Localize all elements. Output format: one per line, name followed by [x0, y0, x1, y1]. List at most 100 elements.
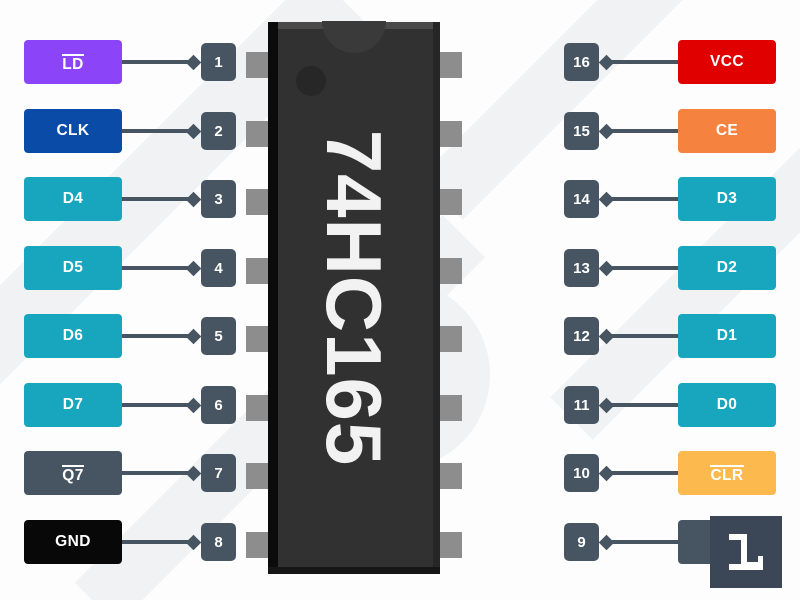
signal-label: Q7	[62, 464, 84, 484]
pin-number[interactable]: 9	[564, 523, 599, 561]
pin-one-marker-dot	[296, 66, 326, 96]
pin-row: LD 1	[24, 40, 236, 84]
connector-diamond	[598, 260, 615, 276]
connector-diamond	[185, 191, 202, 207]
pin-connector	[122, 383, 202, 427]
pin-row: D1 12	[564, 314, 776, 358]
pin-number[interactable]: 5	[201, 317, 236, 355]
pin-connector	[122, 520, 202, 564]
signal-label: CE	[715, 121, 739, 139]
signal-box[interactable]: D4	[24, 177, 122, 221]
signal-label: D1	[716, 326, 738, 344]
signal-box[interactable]: D7	[24, 383, 122, 427]
signal-label: D4	[62, 189, 84, 207]
connector-diamond	[598, 191, 615, 207]
pinout-diagram: 74HC165 LD 1 CLK 2 D4 3 D5 4 D6 5 D7 6 Q…	[0, 0, 800, 600]
signal-label: D0	[716, 395, 738, 413]
pin-row: Q7 7	[24, 451, 236, 495]
pin-row: D0 11	[564, 383, 776, 427]
pin-connector	[598, 109, 678, 153]
pin-number[interactable]: 11	[564, 386, 599, 424]
signal-label: D6	[62, 326, 84, 344]
pin-number[interactable]: 14	[564, 180, 599, 218]
signal-label: CLK	[56, 121, 90, 139]
signal-label: LD	[62, 53, 84, 73]
signal-label: D2	[716, 258, 738, 276]
signal-label: GND	[55, 532, 91, 550]
stylized-one-logo-icon	[729, 534, 763, 570]
signal-box[interactable]: D1	[678, 314, 776, 358]
signal-box[interactable]: VCC	[678, 40, 776, 84]
connector-diamond	[185, 260, 202, 276]
ic-orientation-notch	[322, 21, 386, 53]
connector-diamond	[185, 54, 202, 70]
signal-box[interactable]: D5	[24, 246, 122, 290]
pin-row: VCC 16	[564, 40, 776, 84]
pin-row: D2 13	[564, 246, 776, 290]
pin-connector	[598, 40, 678, 84]
pin-number[interactable]: 8	[201, 523, 236, 561]
connector-diamond	[598, 54, 615, 70]
pin-row: D5 4	[24, 246, 236, 290]
pin-number[interactable]: 7	[201, 454, 236, 492]
ic-part-number-label: 74HC165	[310, 129, 399, 467]
pin-row: GND 8	[24, 520, 236, 564]
connector-diamond	[598, 123, 615, 139]
pin-row: CLK 2	[24, 109, 236, 153]
signal-box[interactable]: LD	[24, 40, 122, 84]
signal-label: D7	[62, 395, 84, 413]
signal-box[interactable]: CLK	[24, 109, 122, 153]
signal-label: CLR	[710, 464, 744, 484]
pin-number[interactable]: 6	[201, 386, 236, 424]
pin-connector	[598, 383, 678, 427]
signal-box[interactable]: D0	[678, 383, 776, 427]
pin-number[interactable]: 15	[564, 112, 599, 150]
pin-connector	[122, 177, 202, 221]
signal-box[interactable]: Q7	[24, 451, 122, 495]
pin-number[interactable]: 2	[201, 112, 236, 150]
connector-diamond	[185, 123, 202, 139]
pin-connector	[598, 451, 678, 495]
ic-body: 74HC165	[268, 21, 440, 574]
signal-box[interactable]: D3	[678, 177, 776, 221]
pin-connector	[598, 246, 678, 290]
connector-diamond	[598, 397, 615, 413]
signal-box[interactable]: D2	[678, 246, 776, 290]
ic-package: 74HC165	[246, 21, 462, 574]
signal-box[interactable]: GND	[24, 520, 122, 564]
pin-number[interactable]: 13	[564, 249, 599, 287]
pin-row: CE 15	[564, 109, 776, 153]
pin-connector	[122, 314, 202, 358]
pin-row: D3 14	[564, 177, 776, 221]
pin-connector	[122, 451, 202, 495]
connector-diamond	[598, 534, 615, 550]
pin-number[interactable]: 12	[564, 317, 599, 355]
pin-connector	[598, 314, 678, 358]
connector-diamond	[185, 465, 202, 481]
pin-row: D4 3	[24, 177, 236, 221]
signal-box[interactable]: CE	[678, 109, 776, 153]
pin-row: D7 6	[24, 383, 236, 427]
pin-connector	[598, 520, 678, 564]
pin-row: CLR 10	[564, 451, 776, 495]
signal-label: VCC	[710, 52, 744, 70]
pin-connector	[122, 109, 202, 153]
pin-number[interactable]: 3	[201, 180, 236, 218]
pin-number[interactable]: 10	[564, 454, 599, 492]
pin-row: D6 5	[24, 314, 236, 358]
connector-diamond	[185, 397, 202, 413]
pin-connector	[122, 246, 202, 290]
brand-logo	[710, 516, 782, 588]
pin-number[interactable]: 16	[564, 43, 599, 81]
connector-diamond	[185, 328, 202, 344]
signal-label: D3	[716, 189, 738, 207]
signal-label: D5	[62, 258, 84, 276]
pin-number[interactable]: 1	[201, 43, 236, 81]
connector-diamond	[598, 465, 615, 481]
connector-diamond	[185, 534, 202, 550]
signal-box[interactable]: D6	[24, 314, 122, 358]
signal-box[interactable]: CLR	[678, 451, 776, 495]
pin-connector	[122, 40, 202, 84]
pin-number[interactable]: 4	[201, 249, 236, 287]
connector-diamond	[598, 328, 615, 344]
